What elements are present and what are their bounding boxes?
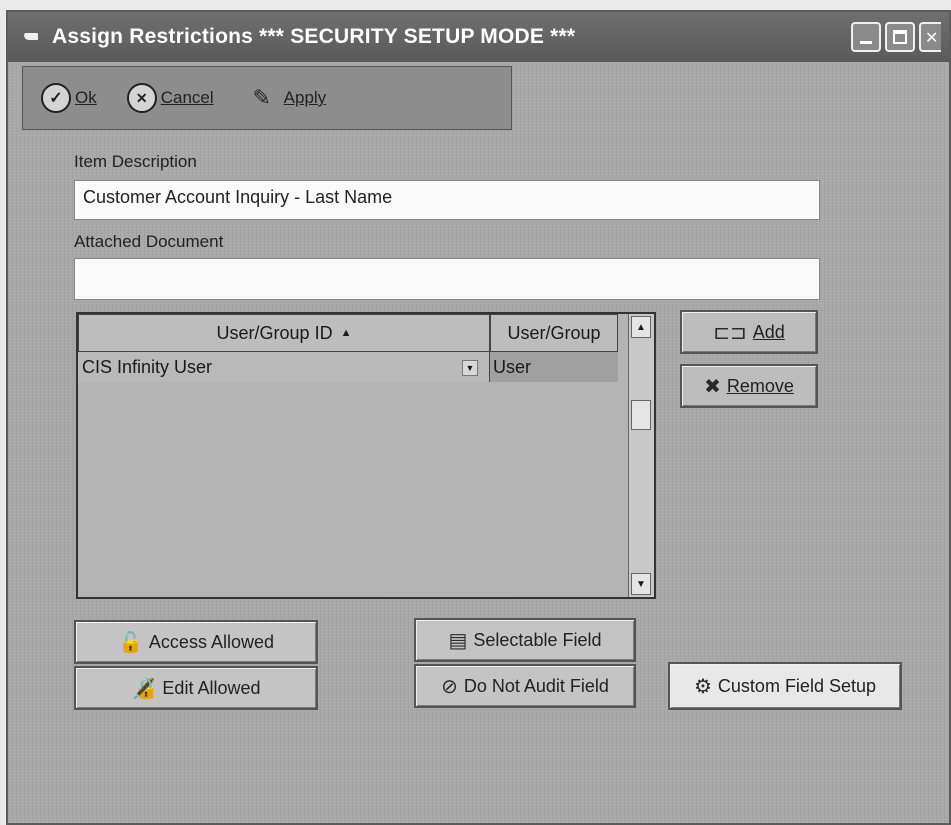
column-header-label: User/Group [507,322,601,343]
item-description-label: Item Description [74,152,197,171]
toolbar: ✓ Ok ✕ Cancel ✎ Apply [22,66,512,130]
user-group-id-cell[interactable]: CIS Infinity User ▼ [78,352,490,382]
cancel-button[interactable]: ✕ Cancel [126,83,214,113]
no-audit-icon: ⊘ [441,675,458,698]
ok-label: Ok [75,88,97,107]
assign-restrictions-window: Assign Restrictions *** SECURITY SETUP M… [6,10,951,825]
access-allowed-button[interactable]: 🔓 Access Allowed [74,620,318,664]
selectable-field-icon: ▤ [448,629,468,652]
add-button[interactable]: ⊏⊐ Add [680,310,818,354]
custom-field-setup-label: Custom Field Setup [717,675,876,696]
column-header-user-group[interactable]: User/Group [490,314,618,352]
user-group-type-cell: User [490,352,618,382]
app-menu-icon[interactable] [24,31,42,43]
edit-allowed-button[interactable]: 🔏 Edit Allowed [74,666,318,710]
grid-vertical-scrollbar[interactable]: ▲ ▼ [628,314,654,597]
cancel-label: Cancel [160,88,214,107]
user-group-grid: User/Group ID ▲ User/Group CIS Infinity … [76,312,656,599]
access-allowed-label: Access Allowed [148,631,274,652]
checkmark-icon: ✓ [41,83,71,113]
selectable-field-label: Selectable Field [473,629,602,650]
sort-ascending-icon: ▲ [340,327,352,339]
cancel-x-icon: ✕ [126,83,157,113]
scroll-down-icon[interactable]: ▼ [631,573,651,595]
do-not-audit-field-button[interactable]: ⊘ Do Not Audit Field [414,664,636,708]
access-lock-icon: 🔓 [118,631,143,654]
selectable-field-button[interactable]: ▤ Selectable Field [414,618,636,662]
apply-button[interactable]: ✎ Apply [244,83,327,113]
remove-x-icon: ✖ [704,375,721,398]
minimize-button[interactable] [851,22,881,52]
column-header-label: User/Group ID [216,322,333,343]
window-controls [851,22,941,52]
edit-lock-icon: 🔏 [131,677,157,700]
column-header-user-group-id[interactable]: User/Group ID ▲ [78,314,490,352]
add-label: Add [752,321,785,342]
dropdown-arrow-icon[interactable]: ▼ [462,360,478,376]
apply-pen-icon: ✎ [252,85,271,110]
attached-document-label: Attached Document [74,232,224,251]
remove-label: Remove [726,375,794,396]
scroll-thumb[interactable] [631,400,651,430]
maximize-button[interactable] [885,22,915,52]
attached-document-field[interactable] [74,258,820,300]
ok-button[interactable]: ✓ Ok [41,83,97,113]
item-description-field[interactable]: Customer Account Inquiry - Last Name [74,180,820,220]
scroll-up-icon[interactable]: ▲ [631,316,651,338]
user-group-id-value: CIS Infinity User [82,356,213,377]
window-title: Assign Restrictions *** SECURITY SETUP M… [52,25,576,48]
close-button[interactable] [919,22,941,52]
user-group-type-value: User [493,356,532,377]
custom-field-setup-button[interactable]: ⚙ Custom Field Setup [668,662,902,710]
apply-label: Apply [283,88,327,107]
table-row[interactable]: CIS Infinity User ▼ User [78,352,618,382]
add-connector-icon: ⊏⊐ [713,321,747,344]
remove-button[interactable]: ✖ Remove [680,364,818,408]
title-bar[interactable]: Assign Restrictions *** SECURITY SETUP M… [8,12,949,62]
edit-allowed-label: Edit Allowed [162,677,261,698]
do-not-audit-field-label: Do Not Audit Field [463,675,609,696]
custom-field-setup-icon: ⚙ [693,675,712,698]
